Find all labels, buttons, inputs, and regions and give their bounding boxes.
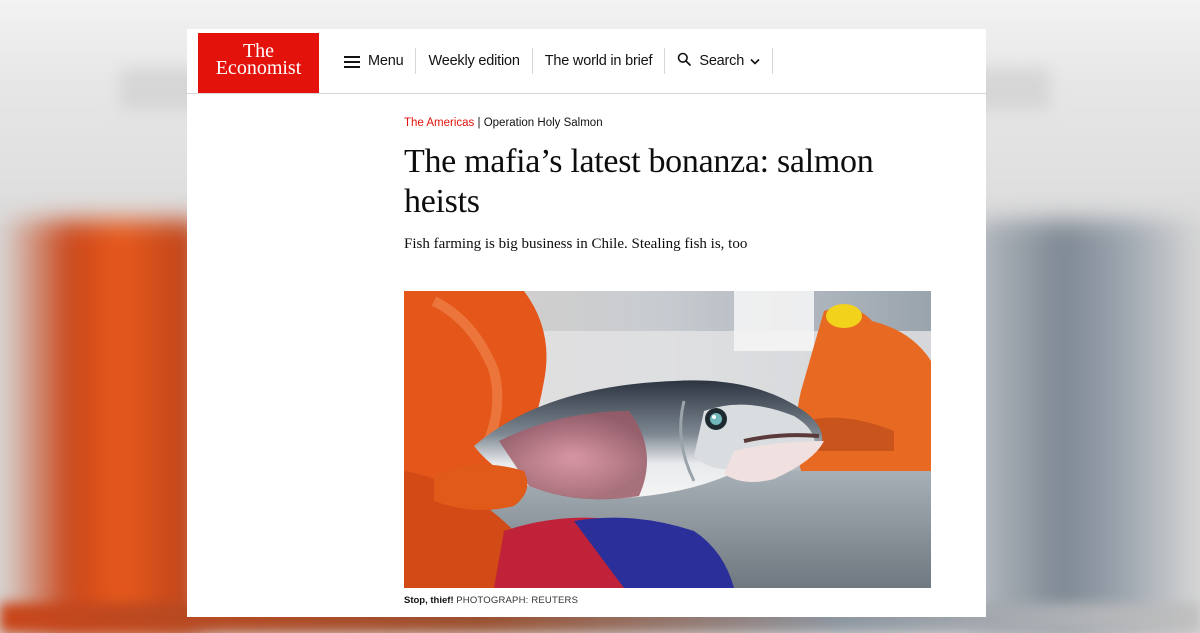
topic-label: Operation Holy Salmon bbox=[483, 117, 603, 129]
menu-button[interactable]: Menu bbox=[332, 47, 415, 75]
article-kicker: The Americas | Operation Holy Salmon bbox=[404, 117, 934, 129]
weekly-edition-link[interactable]: Weekly edition bbox=[416, 47, 531, 75]
article-rubric: Fish farming is big business in Chile. S… bbox=[404, 236, 748, 252]
logo-line-2: Economist bbox=[215, 57, 302, 79]
search-label: Search bbox=[699, 53, 745, 69]
search-button[interactable]: Search bbox=[665, 47, 772, 75]
article-page: The Economist Menu Weekly edition The wo… bbox=[187, 29, 986, 617]
menu-label: Menu bbox=[368, 53, 404, 69]
photo-caption: Stop, thief! Photograph: Reuters bbox=[404, 595, 578, 606]
nav-divider bbox=[772, 48, 774, 74]
chevron-down-icon bbox=[750, 53, 760, 69]
caption-text: Stop, thief! bbox=[404, 595, 454, 606]
hamburger-icon bbox=[344, 55, 360, 68]
world-in-brief-link[interactable]: The world in brief bbox=[533, 47, 665, 75]
kicker-separator: | bbox=[474, 117, 484, 129]
section-link[interactable]: The Americas bbox=[404, 117, 474, 129]
article-header: The Americas | Operation Holy Salmon The… bbox=[404, 117, 934, 253]
economist-logo[interactable]: The Economist bbox=[198, 33, 319, 93]
search-icon bbox=[677, 52, 692, 70]
top-navigation-bar: The Economist Menu Weekly edition The wo… bbox=[187, 33, 986, 94]
photo-credit: Photograph: Reuters bbox=[456, 595, 579, 606]
article-photo bbox=[404, 291, 931, 588]
main-nav: Menu Weekly edition The world in brief S… bbox=[332, 47, 774, 75]
article-headline: The mafia’s latest bonanza: salmon heist… bbox=[404, 143, 874, 220]
